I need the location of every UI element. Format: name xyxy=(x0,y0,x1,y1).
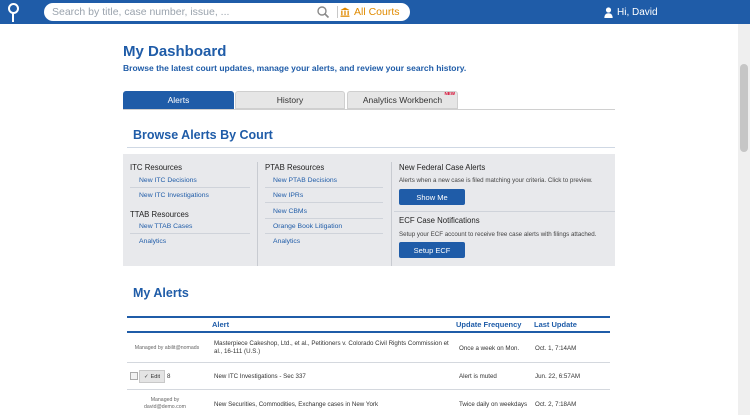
itc-resources-heading: ITC Resources xyxy=(130,163,182,172)
top-navigation-bar: All Courts Hi, David xyxy=(0,0,750,24)
page-subtitle: Browse the latest court updates, manage … xyxy=(123,63,467,73)
row-alert-count: 8 xyxy=(167,373,171,380)
link-new-itc-investigations[interactable]: New ITC Investigations xyxy=(139,192,209,199)
federal-case-alerts-heading: New Federal Case Alerts xyxy=(399,163,486,172)
tab-underline xyxy=(123,109,615,110)
row-manager: Managed by abilit@nomads xyxy=(134,345,200,351)
app-logo-icon[interactable] xyxy=(6,2,20,22)
link-divider xyxy=(265,218,383,219)
browse-title-rule xyxy=(127,147,615,148)
my-alerts-title: My Alerts xyxy=(133,286,189,300)
federal-case-alerts-description: Alerts when a new case is filed matching… xyxy=(399,177,593,184)
link-divider xyxy=(265,187,383,188)
row-frequency[interactable]: Twice daily on weekdays xyxy=(459,401,527,408)
row-frequency[interactable]: Once a week on Mon. xyxy=(459,345,519,352)
search-icon[interactable] xyxy=(316,5,330,19)
tab-analytics-workbench[interactable]: Analytics Workbench NEW xyxy=(347,91,458,109)
tab-history[interactable]: History xyxy=(235,91,345,109)
show-me-button[interactable]: Show Me xyxy=(399,189,465,205)
column-header-last-update[interactable]: Last Update xyxy=(534,320,577,329)
edit-button[interactable]: ✓ Edit xyxy=(139,370,166,383)
tab-alerts[interactable]: Alerts xyxy=(123,91,234,109)
user-menu[interactable]: Hi, David xyxy=(604,5,658,19)
row-manager: Managed by david@demo.com xyxy=(144,397,186,410)
link-new-ttab-cases[interactable]: New TTAB Cases xyxy=(139,223,192,230)
row-last-update: Oct. 2, 7:18AM xyxy=(535,401,577,408)
user-icon xyxy=(604,6,613,18)
link-divider xyxy=(265,202,383,203)
link-new-iprs[interactable]: New IPRs xyxy=(273,192,303,199)
tab-analytics-label: Analytics Workbench xyxy=(362,95,443,105)
page-scrollbar[interactable] xyxy=(738,24,750,415)
link-ttab-analytics[interactable]: Analytics xyxy=(139,238,166,245)
row-alert-name[interactable]: Masterpiece Cakeshop, Ltd., et al., Peti… xyxy=(214,340,449,356)
column-header-update-frequency[interactable]: Update Frequency xyxy=(456,320,521,329)
link-ptab-analytics[interactable]: Analytics xyxy=(273,238,300,245)
dashboard-tabs: Alerts History Analytics Workbench NEW xyxy=(123,91,615,109)
scrollbar-thumb[interactable] xyxy=(740,64,748,152)
page-title: My Dashboard xyxy=(123,43,227,60)
row-last-update: Jun. 22, 6:57AM xyxy=(535,373,581,380)
column-header-alert[interactable]: Alert xyxy=(212,320,229,329)
table-header-bottom-rule xyxy=(127,331,610,333)
table-header-top-rule xyxy=(127,316,610,318)
link-new-ptab-decisions[interactable]: New PTAB Decisions xyxy=(273,177,337,184)
court-resources-panel: ITC Resources New ITC Decisions New ITC … xyxy=(123,154,615,266)
search-input[interactable] xyxy=(44,3,332,21)
row-alert-name[interactable]: New Securities, Commodities, Exchange ca… xyxy=(214,401,378,408)
link-divider xyxy=(130,187,250,188)
row-alert-name[interactable]: New ITC Investigations - Sec 337 xyxy=(214,373,306,380)
tab-alerts-label: Alerts xyxy=(167,95,190,105)
edit-label: Edit xyxy=(150,373,161,380)
row-divider xyxy=(127,389,610,390)
row-divider xyxy=(127,362,610,363)
court-filter-dropdown[interactable]: All Courts xyxy=(340,3,410,21)
section-divider xyxy=(394,211,615,212)
user-greeting: Hi, David xyxy=(617,6,658,18)
ecf-notifications-heading: ECF Case Notifications xyxy=(399,216,480,225)
ttab-resources-heading: TTAB Resources xyxy=(130,210,189,219)
row-frequency[interactable]: Alert is muted xyxy=(459,373,497,380)
tab-history-label: History xyxy=(276,95,304,105)
column-divider xyxy=(391,162,392,266)
court-filter-label: All Courts xyxy=(354,6,400,18)
ecf-notifications-description: Setup your ECF account to receive free c… xyxy=(399,231,597,238)
link-new-itc-decisions[interactable]: New ITC Decisions xyxy=(139,177,197,184)
ptab-resources-heading: PTAB Resources xyxy=(265,163,325,172)
link-orange-book-litigation[interactable]: Orange Book Litigation xyxy=(273,223,342,230)
column-divider xyxy=(257,162,258,266)
row-select-checkbox[interactable] xyxy=(130,372,138,380)
courthouse-icon xyxy=(340,7,350,17)
link-divider xyxy=(265,233,383,234)
search-divider xyxy=(337,6,338,18)
search-bar: All Courts xyxy=(44,3,410,21)
new-badge: NEW xyxy=(444,91,456,96)
link-divider xyxy=(130,233,250,234)
link-new-cbms[interactable]: New CBMs xyxy=(273,208,307,215)
setup-ecf-button[interactable]: Setup ECF xyxy=(399,242,465,258)
check-icon: ✓ xyxy=(144,373,149,380)
browse-alerts-title: Browse Alerts By Court xyxy=(133,128,273,142)
row-last-update: Oct. 1, 7:14AM xyxy=(535,345,577,352)
